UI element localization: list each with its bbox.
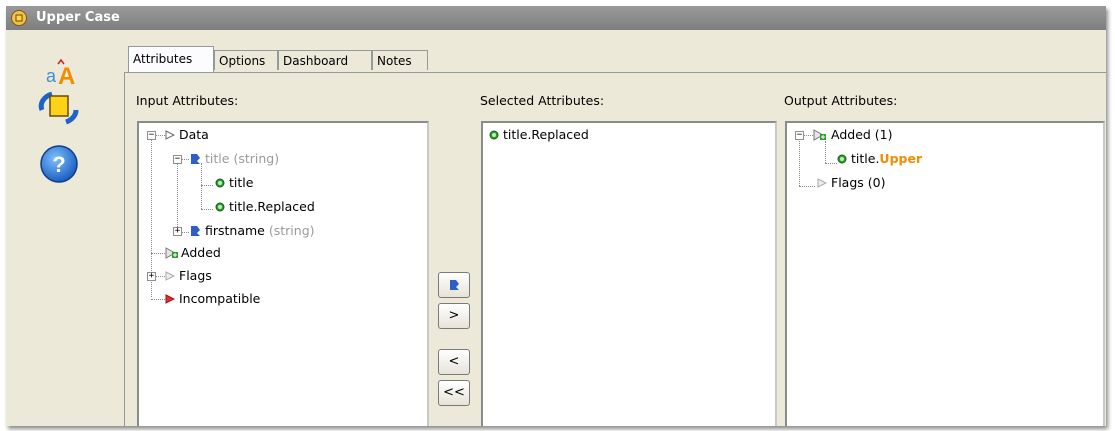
selected-attributes-list[interactable]: title.Replaced bbox=[481, 121, 777, 426]
tab-dashboard-label: Dashboard bbox=[283, 54, 349, 68]
data-triangle-icon bbox=[165, 130, 175, 140]
flags-triangle-icon bbox=[817, 178, 827, 188]
string-attribute-icon bbox=[191, 154, 200, 164]
tab-options[interactable]: Options bbox=[214, 50, 278, 70]
svg-text:a: a bbox=[46, 66, 57, 86]
tree-node-title-group[interactable]: − title (string) bbox=[139, 148, 419, 170]
tab-notes[interactable]: Notes bbox=[372, 50, 428, 70]
expand-icon[interactable]: + bbox=[147, 272, 156, 281]
input-attributes-tree[interactable]: − Data − title (string) title title.Repl… bbox=[137, 121, 429, 426]
string-attribute-icon bbox=[191, 226, 200, 236]
added-triangle-icon bbox=[813, 129, 826, 141]
incompatible-triangle-icon bbox=[165, 294, 175, 304]
input-attributes-label: Input Attributes: bbox=[136, 93, 239, 108]
flags-triangle-icon bbox=[165, 271, 175, 281]
attr-name: firstname bbox=[205, 223, 265, 238]
tree-node-label: title (string) bbox=[205, 148, 279, 170]
tab-attributes[interactable]: Attributes bbox=[128, 46, 214, 72]
tree-node-label: Added (1) bbox=[831, 127, 893, 142]
output-node-added[interactable]: − Added (1) bbox=[787, 124, 1087, 146]
tree-node-incompatible[interactable]: Incompatible bbox=[139, 288, 419, 310]
tree-node-label: Data bbox=[179, 127, 209, 142]
selected-attributes-label: Selected Attributes: bbox=[480, 93, 605, 108]
help-icon[interactable]: ? bbox=[39, 144, 79, 184]
list-item[interactable]: title.Replaced bbox=[483, 124, 763, 146]
attribute-circle-icon bbox=[215, 202, 225, 212]
svg-text:?: ? bbox=[52, 152, 65, 177]
tree-node-label: title bbox=[229, 175, 254, 190]
add-attribute-icon-button[interactable] bbox=[438, 272, 470, 298]
tree-node-label: title.Upper bbox=[851, 148, 922, 170]
add-button[interactable]: > bbox=[438, 303, 470, 329]
remove-all-button[interactable]: << bbox=[438, 380, 470, 406]
collapse-icon[interactable]: − bbox=[173, 155, 182, 164]
tree-node-label: Added bbox=[181, 245, 221, 260]
uppercase-transform-icon: a A bbox=[38, 58, 79, 125]
tab-attributes-label: Attributes bbox=[133, 52, 193, 66]
collapse-icon[interactable]: − bbox=[147, 131, 156, 140]
attributes-tab-content: Input Attributes: Selected Attributes: O… bbox=[124, 72, 1106, 426]
added-triangle-icon bbox=[165, 247, 178, 259]
tree-node-label: Incompatible bbox=[179, 291, 261, 306]
output-node-title-upper[interactable]: title.Upper bbox=[787, 148, 1087, 170]
tree-node-added[interactable]: Added bbox=[139, 242, 419, 264]
left-panel: a A ? bbox=[6, 30, 118, 426]
attribute-circle-icon bbox=[489, 130, 499, 140]
expand-icon[interactable]: + bbox=[173, 227, 182, 236]
attribute-circle-icon bbox=[837, 154, 847, 164]
remove-button[interactable]: < bbox=[438, 349, 470, 375]
attr-type: (string) bbox=[268, 223, 315, 238]
title-bar: Upper Case bbox=[6, 6, 1106, 30]
output-attributes-tree[interactable]: − Added (1) title.Upper Flags (0) bbox=[785, 121, 1105, 426]
upper-case-app-icon bbox=[11, 10, 27, 26]
attr-type: (string) bbox=[233, 151, 280, 166]
svg-text:A: A bbox=[58, 63, 75, 90]
attr-name: title bbox=[205, 151, 230, 166]
attribute-add-icon bbox=[450, 280, 459, 290]
tree-node-data[interactable]: − Data bbox=[139, 124, 419, 146]
tree-node-label: Flags (0) bbox=[831, 175, 886, 190]
upper-case-window: Upper Case a A ? Attributes Options Dash… bbox=[6, 6, 1106, 426]
output-attributes-label: Output Attributes: bbox=[784, 93, 898, 108]
tree-node-title[interactable]: title bbox=[139, 172, 419, 194]
tree-node-label: Flags bbox=[179, 268, 212, 283]
attribute-circle-icon bbox=[215, 178, 225, 188]
tree-node-label: title.Replaced bbox=[229, 199, 315, 214]
tree-node-label: firstname (string) bbox=[205, 220, 315, 242]
tree-node-firstname[interactable]: + firstname (string) bbox=[139, 220, 419, 242]
attr-suffix-highlight: Upper bbox=[879, 151, 923, 166]
output-node-flags[interactable]: Flags (0) bbox=[787, 172, 1087, 194]
collapse-icon[interactable]: − bbox=[795, 131, 804, 140]
tree-node-flags[interactable]: + Flags bbox=[139, 265, 419, 287]
tab-notes-label: Notes bbox=[377, 54, 412, 68]
list-item-label: title.Replaced bbox=[503, 127, 589, 142]
tab-dashboard[interactable]: Dashboard bbox=[278, 50, 372, 70]
tab-options-label: Options bbox=[219, 54, 266, 68]
attr-prefix: title. bbox=[851, 151, 880, 166]
tree-node-title-replaced[interactable]: title.Replaced bbox=[139, 196, 419, 218]
window-title: Upper Case bbox=[36, 10, 120, 25]
